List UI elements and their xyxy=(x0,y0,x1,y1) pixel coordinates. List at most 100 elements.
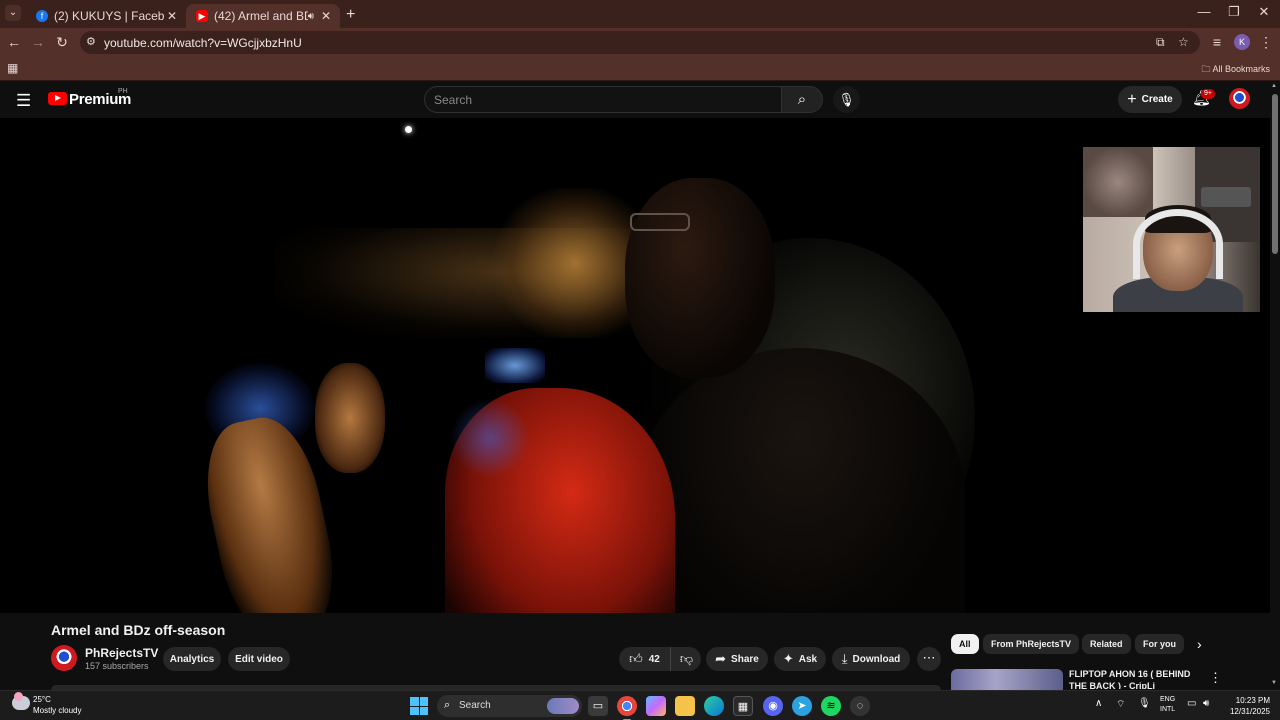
scroll-down-arrow-icon[interactable]: ▼ xyxy=(1271,680,1277,686)
windows-taskbar: 25°C Mostly cloudy ⌕ Search ▭ ▦ ◉ ➤ ≋ ◌ … xyxy=(0,690,1280,720)
telegram-icon[interactable]: ➤ xyxy=(792,696,812,716)
new-tab-button[interactable]: + xyxy=(346,6,355,24)
chip-all[interactable]: All xyxy=(951,634,979,654)
ask-label: Ask xyxy=(798,653,818,665)
create-label: Create xyxy=(1141,94,1173,105)
display-icon[interactable]: ▭ xyxy=(1187,698,1196,709)
speaker-icon[interactable]: 🔊︎ xyxy=(308,11,314,22)
share-icon: ➦ xyxy=(715,651,727,666)
clock[interactable]: 10:23 PM 12/31/2025 xyxy=(1222,695,1270,717)
microphone-icon: 🎙︎ xyxy=(838,92,855,107)
edge-icon[interactable] xyxy=(704,696,724,716)
like-button[interactable]: 👍︎ 42 xyxy=(619,647,671,671)
edit-video-button[interactable]: Edit video xyxy=(228,647,290,671)
windows-icon[interactable] xyxy=(410,697,428,715)
reload-icon[interactable]: ↻ xyxy=(54,34,70,50)
browser-toolbar: ← → ↻ ⚙ youtube.com/watch?v=WGcjjxbzHnU … xyxy=(0,28,1280,56)
site-info-icon[interactable]: ⚙ xyxy=(86,35,96,48)
voice-search-button[interactable]: 🎙︎ xyxy=(833,86,860,113)
search-placeholder: Search xyxy=(434,93,473,107)
weather-description[interactable]: Mostly cloudy xyxy=(33,706,81,715)
browser-tabstrip: ⌄ f (2) KUKUYS | Facebook ✕ ▶ (42) Armel… xyxy=(0,0,1280,28)
scroll-up-arrow-icon[interactable]: ▲ xyxy=(1271,83,1277,89)
copilot-icon[interactable] xyxy=(646,696,666,716)
tab-facebook[interactable]: f (2) KUKUYS | Facebook ✕ xyxy=(26,4,186,28)
weather-cloud-icon[interactable] xyxy=(12,692,30,710)
close-window-button[interactable]: ✕ xyxy=(1249,4,1279,20)
search-button[interactable]: ⌕ xyxy=(781,86,823,113)
search-input[interactable]: Search xyxy=(424,86,782,113)
network-icon[interactable]: ⌔ xyxy=(1116,698,1125,711)
search-icon: ⌕ xyxy=(444,699,451,711)
tab-title: (42) Armel and BDz off-season xyxy=(214,9,308,23)
taskbar-search-label: Search xyxy=(459,700,491,711)
hamburger-menu-icon[interactable]: ☰ xyxy=(16,91,31,111)
restore-button[interactable]: ❐ xyxy=(1219,4,1249,20)
share-button[interactable]: ➦ Share xyxy=(706,647,768,671)
bookmark-star-icon[interactable]: ☆ xyxy=(1178,35,1189,49)
video-frame-glasses xyxy=(630,213,690,231)
date-text: 12/31/2025 xyxy=(1229,707,1270,716)
spotify-icon[interactable]: ≋ xyxy=(821,696,841,716)
region-code: PH xyxy=(118,88,128,95)
tab-search-button[interactable]: ⌄ xyxy=(5,5,21,21)
chip-from-channel[interactable]: From PhRejectsTV xyxy=(983,634,1080,654)
language-code: ENG xyxy=(1160,696,1176,703)
profile-avatar[interactable]: K xyxy=(1234,34,1250,50)
chevron-right-icon[interactable]: › xyxy=(1197,636,1202,652)
cursor-icon[interactable]: ◌ xyxy=(850,696,870,716)
taskbar-search[interactable]: ⌕ Search xyxy=(437,695,582,717)
download-button[interactable]: ⤓ Download xyxy=(832,647,910,671)
apps-grid-icon[interactable]: ▦ xyxy=(7,61,18,75)
tray-overflow-icon[interactable]: ∧ xyxy=(1095,698,1102,709)
webcam-overlay xyxy=(1083,147,1260,312)
chrome-icon[interactable] xyxy=(617,696,637,720)
install-app-icon[interactable]: ⧉ xyxy=(1156,35,1165,50)
analytics-button[interactable]: Analytics xyxy=(163,647,221,671)
minimize-button[interactable]: — xyxy=(1189,4,1219,19)
chip-for-you[interactable]: For you xyxy=(1135,634,1184,654)
microphone-tray-icon[interactable]: 🎙︎ xyxy=(1138,698,1151,709)
account-avatar[interactable] xyxy=(1229,88,1250,109)
url-text[interactable]: youtube.com/watch?v=WGcjjxbzHnU xyxy=(104,36,302,50)
like-count: 42 xyxy=(648,653,660,665)
volume-icon[interactable]: 🔊︎ xyxy=(1203,698,1209,709)
store-icon[interactable]: ▦ xyxy=(733,696,753,716)
all-bookmarks-label: All Bookmarks xyxy=(1212,64,1270,74)
discord-icon[interactable]: ◉ xyxy=(763,696,783,716)
address-bar[interactable]: ⚙ youtube.com/watch?v=WGcjjxbzHnU ⧉ ☆ xyxy=(80,31,1200,54)
ask-button[interactable]: ✦ Ask xyxy=(774,647,826,671)
scrollbar-thumb[interactable] xyxy=(1272,94,1278,254)
facebook-icon: f xyxy=(36,10,48,22)
file-explorer-icon[interactable] xyxy=(675,696,695,716)
recommendation-menu-icon[interactable]: ⋮ xyxy=(1209,670,1222,686)
media-controls-icon[interactable]: ≡ xyxy=(1209,34,1225,50)
dislike-button[interactable]: 👎︎ xyxy=(672,647,701,671)
close-tab-icon[interactable]: ✕ xyxy=(164,9,180,23)
youtube-logo-icon[interactable] xyxy=(48,92,67,105)
more-horizontal-icon: ⋯ xyxy=(922,650,936,665)
screen: ⌄ f (2) KUKUYS | Facebook ✕ ▶ (42) Armel… xyxy=(0,0,1280,720)
input-language[interactable]: ENG INTL xyxy=(1160,695,1175,715)
recommendation-title[interactable]: FLIPTOP AHON 16 ( BEHIND THE BACK ) - Cr… xyxy=(1069,668,1199,689)
channel-name[interactable]: PhRejectsTV xyxy=(85,646,158,660)
create-button[interactable]: + Create xyxy=(1118,86,1182,113)
plus-icon: + xyxy=(1127,90,1137,108)
youtube-icon: ▶ xyxy=(196,10,208,22)
close-tab-icon[interactable]: ✕ xyxy=(318,9,334,23)
back-icon[interactable]: ← xyxy=(6,34,22,50)
recommendation-thumbnail[interactable] xyxy=(951,669,1063,690)
channel-avatar[interactable] xyxy=(51,645,77,671)
share-label: Share xyxy=(731,653,759,665)
chip-related[interactable]: Related xyxy=(1082,634,1131,654)
tab-youtube[interactable]: ▶ (42) Armel and BDz off-season 🔊︎ ✕ xyxy=(186,4,340,28)
task-view-icon[interactable]: ▭ xyxy=(588,696,608,716)
all-bookmarks-button[interactable]: 🗀︎ All Bookmarks xyxy=(1201,62,1270,78)
more-actions-button[interactable]: ⋯ xyxy=(917,647,941,671)
forward-icon[interactable]: → xyxy=(30,34,46,50)
menu-kebab-icon[interactable]: ⋮ xyxy=(1258,34,1274,50)
download-icon: ⤓ xyxy=(841,651,848,666)
video-player[interactable] xyxy=(195,118,1075,613)
weather-temperature[interactable]: 25°C xyxy=(33,695,51,704)
download-label: Download xyxy=(852,653,901,665)
